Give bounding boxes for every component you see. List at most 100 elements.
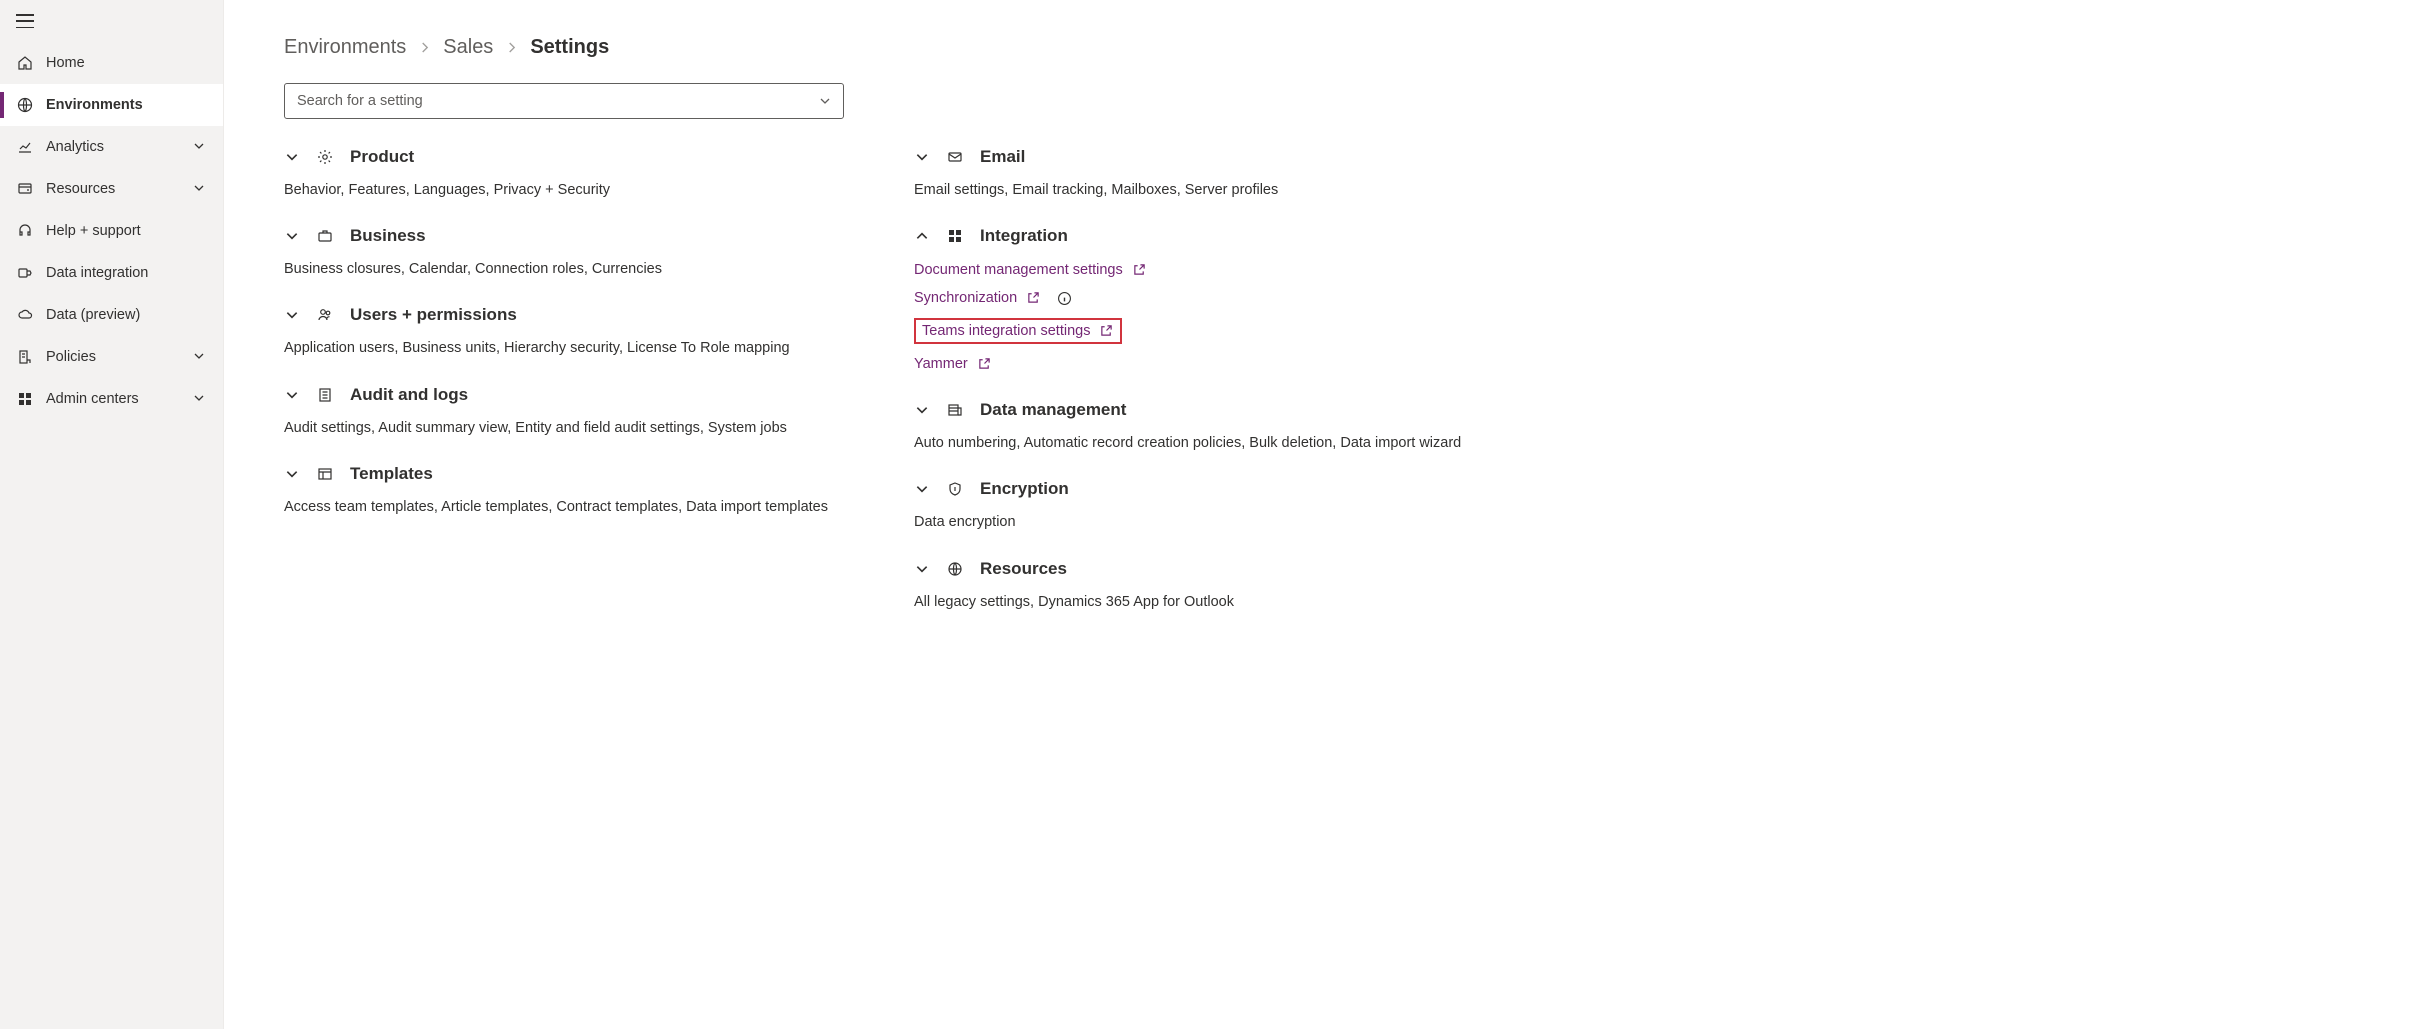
breadcrumb-sales[interactable]: Sales — [443, 36, 493, 59]
section-title: Email — [980, 147, 1025, 167]
section-summary: Behavior, Features, Languages, Privacy +… — [284, 173, 884, 202]
sidebar-item-home[interactable]: Home — [0, 42, 223, 84]
chevron-down-icon — [284, 466, 300, 482]
mail-icon — [946, 148, 964, 166]
section-summary: Audit settings, Audit summary view, Enti… — [284, 411, 884, 440]
settings-column-left: Product Behavior, Features, Languages, P… — [284, 141, 884, 632]
gear-icon — [316, 148, 334, 166]
chevron-down-icon — [284, 149, 300, 165]
section-header-product[interactable]: Product — [284, 141, 884, 173]
section-encryption: Encryption Data encryption — [914, 473, 1524, 534]
chevron-down-icon — [819, 95, 831, 107]
main-content: Environments Sales Settings Product Beha… — [224, 0, 2423, 1029]
sidebar-item-label: Help + support — [46, 223, 207, 239]
section-summary: Business closures, Calendar, Connection … — [284, 252, 884, 281]
sidebar-item-policies[interactable]: Policies — [0, 336, 223, 378]
link-label: Teams integration settings — [922, 323, 1090, 339]
section-header-email[interactable]: Email — [914, 141, 1524, 173]
section-header-encryption[interactable]: Encryption — [914, 473, 1524, 505]
chevron-down-icon — [914, 149, 930, 165]
section-summary: Email settings, Email tracking, Mailboxe… — [914, 173, 1524, 202]
chevron-right-icon — [420, 41, 429, 54]
section-title: Templates — [350, 464, 433, 484]
sidebar-item-data-integration[interactable]: Data integration — [0, 252, 223, 294]
section-data-management: Data management Auto numbering, Automati… — [914, 394, 1524, 455]
section-title: Encryption — [980, 479, 1069, 499]
sidebar-item-resources[interactable]: Resources — [0, 168, 223, 210]
search-input[interactable] — [297, 93, 819, 109]
section-header-users[interactable]: Users + permissions — [284, 299, 884, 331]
sidebar-item-help[interactable]: Help + support — [0, 210, 223, 252]
chevron-down-icon — [193, 182, 207, 196]
section-title: Product — [350, 147, 414, 167]
chevron-down-icon — [193, 350, 207, 364]
chevron-down-icon — [914, 402, 930, 418]
section-header-templates[interactable]: Templates — [284, 458, 884, 490]
sidebar: Home Environments Analytics Resources He… — [0, 0, 224, 1029]
chevron-down-icon — [284, 307, 300, 323]
section-templates: Templates Access team templates, Article… — [284, 458, 884, 519]
list-icon — [316, 386, 334, 404]
section-email: Email Email settings, Email tracking, Ma… — [914, 141, 1524, 202]
section-summary: All legacy settings, Dynamics 365 App fo… — [914, 585, 1524, 614]
chevron-down-icon — [284, 228, 300, 244]
section-summary: Access team templates, Article templates… — [284, 490, 884, 519]
section-product: Product Behavior, Features, Languages, P… — [284, 141, 884, 202]
section-title: Audit and logs — [350, 385, 468, 405]
cloud-icon — [16, 306, 34, 324]
external-link-icon — [1027, 291, 1041, 305]
link-yammer[interactable]: Yammer — [914, 356, 1524, 372]
section-header-business[interactable]: Business — [284, 220, 884, 252]
sidebar-item-data-preview[interactable]: Data (preview) — [0, 294, 223, 336]
external-link-icon — [1100, 324, 1114, 338]
section-title: Integration — [980, 226, 1068, 246]
sidebar-item-label: Home — [46, 55, 207, 71]
external-link-icon — [978, 357, 992, 371]
data-icon — [946, 401, 964, 419]
globe-grid-icon — [16, 96, 34, 114]
info-icon[interactable] — [1057, 291, 1072, 306]
link-teams-integration[interactable]: Teams integration settings — [914, 318, 1122, 344]
section-header-integration[interactable]: Integration — [914, 220, 1524, 252]
chevron-down-icon — [193, 392, 207, 406]
link-synchronization[interactable]: Synchronization — [914, 290, 1524, 306]
section-summary: Auto numbering, Automatic record creatio… — [914, 426, 1524, 455]
home-icon — [16, 54, 34, 72]
analytics-icon — [16, 138, 34, 156]
breadcrumb-settings: Settings — [530, 36, 609, 59]
briefcase-icon — [316, 227, 334, 245]
section-title: Business — [350, 226, 426, 246]
link-label: Yammer — [914, 356, 968, 372]
chevron-up-icon — [914, 228, 930, 244]
section-header-audit[interactable]: Audit and logs — [284, 379, 884, 411]
section-title: Data management — [980, 400, 1126, 420]
section-integration: Integration Document management settings… — [914, 220, 1524, 372]
section-audit: Audit and logs Audit settings, Audit sum… — [284, 379, 884, 440]
search-setting-combobox[interactable] — [284, 83, 844, 119]
headset-icon — [16, 222, 34, 240]
chevron-down-icon — [193, 140, 207, 154]
integration-icon — [16, 264, 34, 282]
link-document-management[interactable]: Document management settings — [914, 262, 1524, 278]
sidebar-item-analytics[interactable]: Analytics — [0, 126, 223, 168]
sidebar-item-label: Data (preview) — [46, 307, 207, 323]
settings-column-right: Email Email settings, Email tracking, Ma… — [914, 141, 1524, 632]
templates-icon — [316, 465, 334, 483]
policies-icon — [16, 348, 34, 366]
section-header-resources[interactable]: Resources — [914, 553, 1524, 585]
chevron-down-icon — [914, 481, 930, 497]
hamburger-icon — [16, 14, 34, 28]
section-business: Business Business closures, Calendar, Co… — [284, 220, 884, 281]
sidebar-toggle[interactable] — [0, 0, 223, 42]
breadcrumb: Environments Sales Settings — [284, 36, 2363, 59]
chevron-down-icon — [914, 561, 930, 577]
breadcrumb-environments[interactable]: Environments — [284, 36, 406, 59]
section-users: Users + permissions Application users, B… — [284, 299, 884, 360]
section-header-data-management[interactable]: Data management — [914, 394, 1524, 426]
sidebar-item-admin-centers[interactable]: Admin centers — [0, 378, 223, 420]
sidebar-item-label: Policies — [46, 349, 193, 365]
sidebar-item-label: Environments — [46, 97, 207, 113]
sidebar-item-environments[interactable]: Environments — [0, 84, 223, 126]
globe-icon — [946, 560, 964, 578]
windows-icon — [946, 227, 964, 245]
